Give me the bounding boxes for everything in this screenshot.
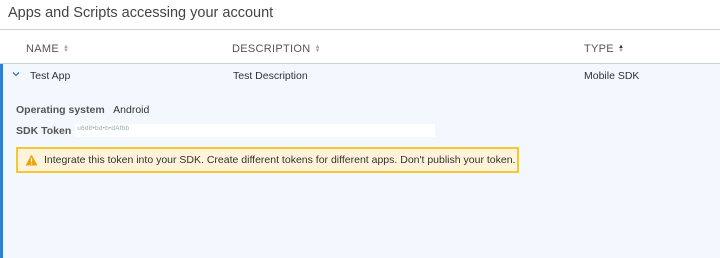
sdk-token-label: SDK Token (16, 124, 72, 137)
column-header-type-label: TYPE (584, 43, 614, 55)
sort-ascending-icon: ▲ ▼ (617, 44, 625, 54)
column-header-name[interactable]: NAME ▲ ▼ (26, 43, 69, 55)
column-header-type[interactable]: TYPE ▲ ▼ (584, 43, 624, 55)
page-title: Apps and Scripts accessing your account (8, 5, 274, 21)
table-header: NAME ▲ ▼ DESCRIPTION ▲ ▼ TYPE ▲ ▼ (0, 38, 720, 62)
sdk-token-detail: SDK Token u6d8•bd•b•dAfbb (16, 124, 436, 137)
column-header-name-label: NAME (26, 43, 59, 55)
table-row[interactable]: Test App Test Description Mobile SDK (3, 64, 720, 88)
warning-text: Integrate this token into your SDK. Crea… (44, 154, 516, 166)
sdk-token-value: u6d8•bd•b•dAfbb (77, 125, 130, 132)
title-divider (0, 29, 720, 30)
os-value: Android (113, 104, 150, 116)
column-header-description-label: DESCRIPTION (232, 43, 311, 55)
app-type: Mobile SDK (584, 70, 640, 82)
warning-icon (25, 154, 38, 166)
os-detail: Operating system Android (16, 100, 149, 118)
app-description: Test Description (233, 70, 308, 82)
app-name: Test App (30, 70, 71, 82)
warning-banner: Integrate this token into your SDK. Crea… (16, 147, 519, 173)
expanded-app-row: Test App Test Description Mobile SDK Ope… (0, 64, 720, 258)
column-header-description[interactable]: DESCRIPTION ▲ ▼ (232, 43, 321, 55)
os-label: Operating system (16, 104, 105, 116)
sort-icon: ▲ ▼ (62, 44, 70, 54)
sdk-token-field[interactable]: u6d8•bd•b•dAfbb (75, 124, 436, 137)
chevron-down-icon[interactable] (11, 69, 21, 79)
sort-icon: ▲ ▼ (314, 44, 321, 54)
